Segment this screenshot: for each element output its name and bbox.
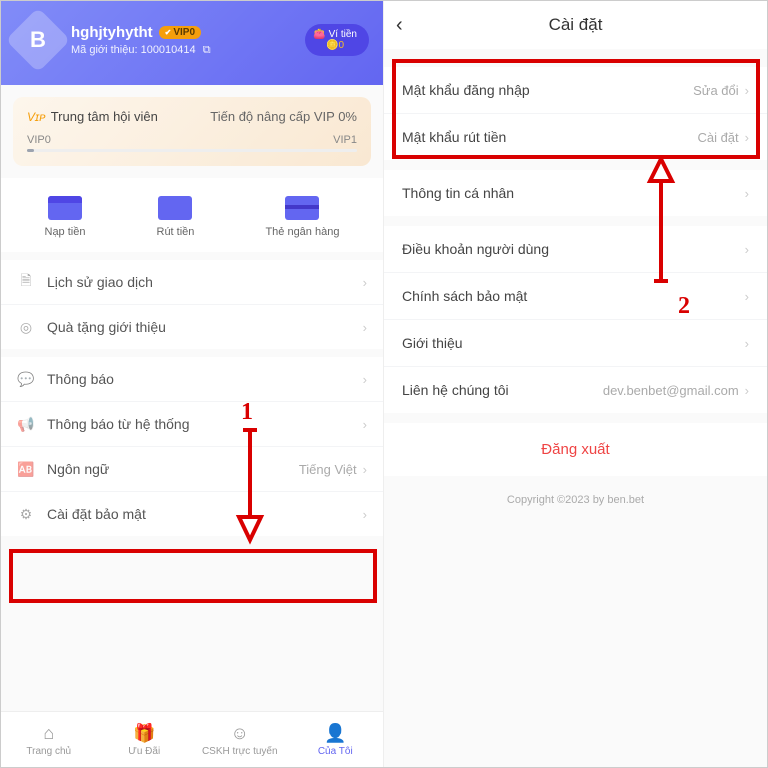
language-icon: 🆎 xyxy=(17,460,35,478)
vip-progress-text: Tiến độ nâng cấp VIP 0% xyxy=(210,109,357,124)
wallet-button[interactable]: 👛Ví tiền 🪙0 xyxy=(305,24,369,56)
settings-title: Cài đặt xyxy=(549,15,603,35)
chevron-right-icon: › xyxy=(745,186,749,201)
withdraw-icon xyxy=(158,196,192,220)
user-icon: 👤 xyxy=(324,723,346,744)
support-icon: ☺ xyxy=(231,723,249,744)
message-icon: 💬 xyxy=(17,370,35,388)
chevron-right-icon: › xyxy=(745,383,749,398)
language-value: Tiếng Việt xyxy=(299,462,357,477)
notification[interactable]: 💬Thông báo › xyxy=(1,357,383,401)
about[interactable]: Giới thiệu › xyxy=(384,319,767,366)
gear-icon: ⚙ xyxy=(17,505,35,523)
logout-button[interactable]: Đăng xuất xyxy=(384,423,767,476)
referral-code: Mã giới thiệu: 100010414 xyxy=(71,44,196,56)
wallet-balance: 0 xyxy=(339,40,345,51)
referral-gift[interactable]: ◎Quà tặng giới thiệu › xyxy=(1,304,383,349)
gift-icon: 🎁 xyxy=(133,723,155,744)
settings-screen: ‹ Cài đặt Mật khẩu đăng nhập Sửa đổi› Mậ… xyxy=(384,1,767,767)
chevron-right-icon: › xyxy=(745,83,749,98)
tab-promo[interactable]: 🎁Ưu Đãi xyxy=(97,712,193,767)
personal-info[interactable]: Thông tin cá nhân › xyxy=(384,170,767,216)
login-password[interactable]: Mật khẩu đăng nhập Sửa đổi› xyxy=(384,67,767,113)
language[interactable]: 🆎Ngôn ngữ Tiếng Việt› xyxy=(1,446,383,491)
coin-icon: ◎ xyxy=(17,318,35,336)
vip-card[interactable]: Trung tâm hội viên Tiến độ nâng cấp VIP … xyxy=(13,97,371,166)
tab-home[interactable]: ⌂Trang chủ xyxy=(1,712,97,767)
tab-support[interactable]: ☺CSKH trực tuyến xyxy=(192,712,288,767)
vip-progress-bar xyxy=(27,149,357,152)
credit-card-icon xyxy=(285,196,319,220)
wallet-icon: 👛 xyxy=(313,29,325,40)
system-notification[interactable]: 📢Thông báo từ hệ thống › xyxy=(1,401,383,446)
vip-card-title: Trung tâm hội viên xyxy=(27,109,158,124)
chevron-right-icon: › xyxy=(363,507,367,522)
withdraw-password[interactable]: Mật khẩu rút tiền Cài đặt› xyxy=(384,113,767,160)
chevron-right-icon: › xyxy=(363,462,367,477)
vip-from: VIP0 xyxy=(27,134,51,146)
tab-bar: ⌂Trang chủ 🎁Ưu Đãi ☺CSKH trực tuyến 👤Của… xyxy=(1,711,383,767)
chevron-right-icon: › xyxy=(363,417,367,432)
chevron-right-icon: › xyxy=(745,130,749,145)
wallet-icon xyxy=(48,196,82,220)
document-icon: 🗎 xyxy=(17,273,35,291)
profile-header: B hghjtyhytht VIP0 Mã giới thiệu: 100010… xyxy=(1,1,383,85)
security-settings[interactable]: ⚙Cài đặt bảo mật › xyxy=(1,491,383,536)
home-icon: ⌂ xyxy=(43,723,54,744)
avatar[interactable]: B xyxy=(5,7,70,72)
annotation-box-1 xyxy=(9,549,377,603)
copy-icon[interactable]: ⧉ xyxy=(203,44,211,56)
chevron-right-icon: › xyxy=(745,336,749,351)
profile-screen: B hghjtyhytht VIP0 Mã giới thiệu: 100010… xyxy=(1,1,384,767)
privacy[interactable]: Chính sách bảo mật › xyxy=(384,272,767,319)
settings-header: ‹ Cài đặt xyxy=(384,1,767,49)
transaction-history[interactable]: 🗎Lịch sử giao dịch › xyxy=(1,260,383,304)
contact[interactable]: Liên hệ chúng tôi dev.benbet@gmail.com› xyxy=(384,366,767,413)
terms[interactable]: Điều khoản người dùng › xyxy=(384,226,767,272)
chevron-right-icon: › xyxy=(363,275,367,290)
vip-badge: VIP0 xyxy=(159,26,201,39)
chevron-right-icon: › xyxy=(363,372,367,387)
withdraw-button[interactable]: Rút tiền xyxy=(157,196,195,238)
bank-card-button[interactable]: Thẻ ngân hàng xyxy=(265,196,339,238)
vip-to: VIP1 xyxy=(333,134,357,146)
username: hghjtyhytht xyxy=(71,24,153,41)
back-icon[interactable]: ‹ xyxy=(396,14,403,37)
chevron-right-icon: › xyxy=(745,242,749,257)
deposit-button[interactable]: Nạp tiền xyxy=(45,196,86,238)
copyright: Copyright ©2023 by ben.bet xyxy=(384,476,767,524)
tab-mine[interactable]: 👤Của Tôi xyxy=(288,712,384,767)
chevron-right-icon: › xyxy=(745,289,749,304)
chevron-right-icon: › xyxy=(363,320,367,335)
speaker-icon: 📢 xyxy=(17,415,35,433)
